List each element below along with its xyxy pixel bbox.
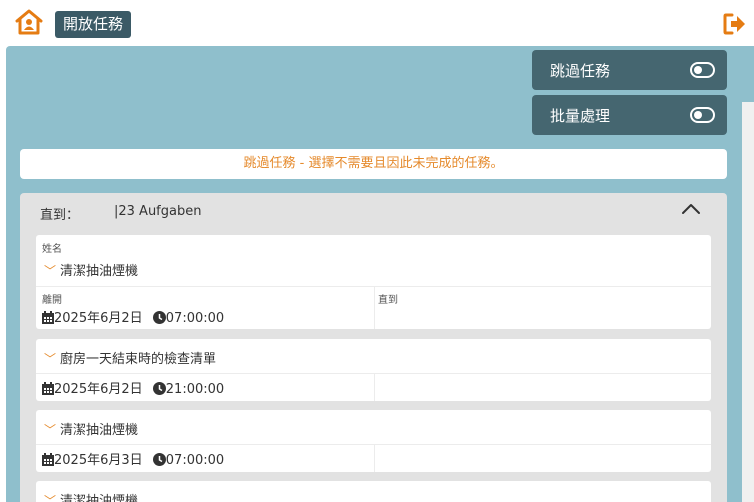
- home-icon: [15, 9, 43, 35]
- group-count: |23 Aufgaben: [114, 204, 202, 219]
- logout-icon: [723, 13, 745, 35]
- date-text: 2025年6月3日: [54, 453, 143, 468]
- name-label: 姓名: [42, 244, 62, 255]
- calendar-icon: [42, 382, 54, 395]
- task-card[interactable]: ﹀ 清潔抽油煙機 2025年6月3日 07:00:00: [36, 410, 711, 472]
- end-label: 直到: [378, 295, 398, 306]
- batch-processing-toggle[interactable]: 批量處理: [532, 95, 727, 135]
- start-datetime: 2025年6月2日 07:00:00: [42, 307, 224, 326]
- task-group: 直到： |23 Aufgaben 姓名 ﹀ 清潔抽油煙機 離開 直到 2025年6…: [20, 193, 727, 502]
- skip-tasks-label: 跳過任務: [550, 62, 611, 80]
- chevron-down-icon: ﹀: [44, 264, 57, 278]
- start-label: 離開: [42, 295, 62, 306]
- task-name[interactable]: ﹀ 清潔抽油煙機: [44, 419, 138, 438]
- start-datetime: 2025年6月2日 21:00:00: [42, 378, 224, 397]
- batch-processing-switch[interactable]: [690, 107, 715, 123]
- collapse-button[interactable]: [680, 201, 704, 221]
- info-message: 跳過任務 - 選擇不需要且因此未完成的任務。: [20, 149, 727, 179]
- home-button[interactable]: [14, 8, 46, 38]
- clock-icon: [152, 382, 166, 395]
- calendar-icon: [42, 311, 54, 324]
- clock-icon: [152, 311, 166, 324]
- chevron-down-icon: ﹀: [44, 423, 57, 437]
- batch-processing-label: 批量處理: [550, 107, 611, 125]
- task-card[interactable]: ﹀ 清潔抽油煙機: [36, 481, 711, 502]
- page-title: 開放任務: [55, 11, 132, 38]
- start-datetime: 2025年6月3日 07:00:00: [42, 449, 224, 468]
- top-bar: 開放任務: [0, 0, 754, 46]
- task-name[interactable]: ﹀ 清潔抽油煙機: [44, 260, 138, 279]
- task-panel: 跳過任務 批量處理 跳過任務 - 選擇不需要且因此未完成的任務。 直到： |23…: [6, 46, 754, 502]
- clock-icon: [152, 453, 166, 466]
- group-label: 直到：: [40, 208, 80, 223]
- task-name[interactable]: ﹀ 清潔抽油煙機: [44, 490, 138, 502]
- chevron-down-icon: ﹀: [44, 494, 57, 502]
- group-header[interactable]: 直到： |23 Aufgaben: [20, 193, 727, 231]
- date-text: 2025年6月2日: [54, 382, 143, 397]
- task-card[interactable]: 姓名 ﹀ 清潔抽油煙機 離開 直到 2025年6月2日 07:00:00: [36, 235, 711, 329]
- chevron-down-icon: ﹀: [44, 352, 57, 366]
- skip-tasks-switch[interactable]: [690, 62, 715, 78]
- calendar-icon: [42, 453, 54, 466]
- date-text: 2025年6月2日: [54, 311, 143, 326]
- scrollbar[interactable]: [742, 102, 754, 502]
- logout-button[interactable]: [722, 11, 748, 37]
- time-text: 21:00:00: [165, 382, 225, 397]
- task-name[interactable]: ﹀ 廚房一天結束時的檢查清單: [44, 348, 216, 367]
- time-text: 07:00:00: [165, 453, 225, 468]
- time-text: 07:00:00: [165, 311, 225, 326]
- task-card[interactable]: ﹀ 廚房一天結束時的檢查清單 2025年6月2日 21:00:00: [36, 339, 711, 401]
- chevron-up-icon: [682, 204, 700, 214]
- skip-tasks-toggle[interactable]: 跳過任務: [532, 50, 727, 90]
